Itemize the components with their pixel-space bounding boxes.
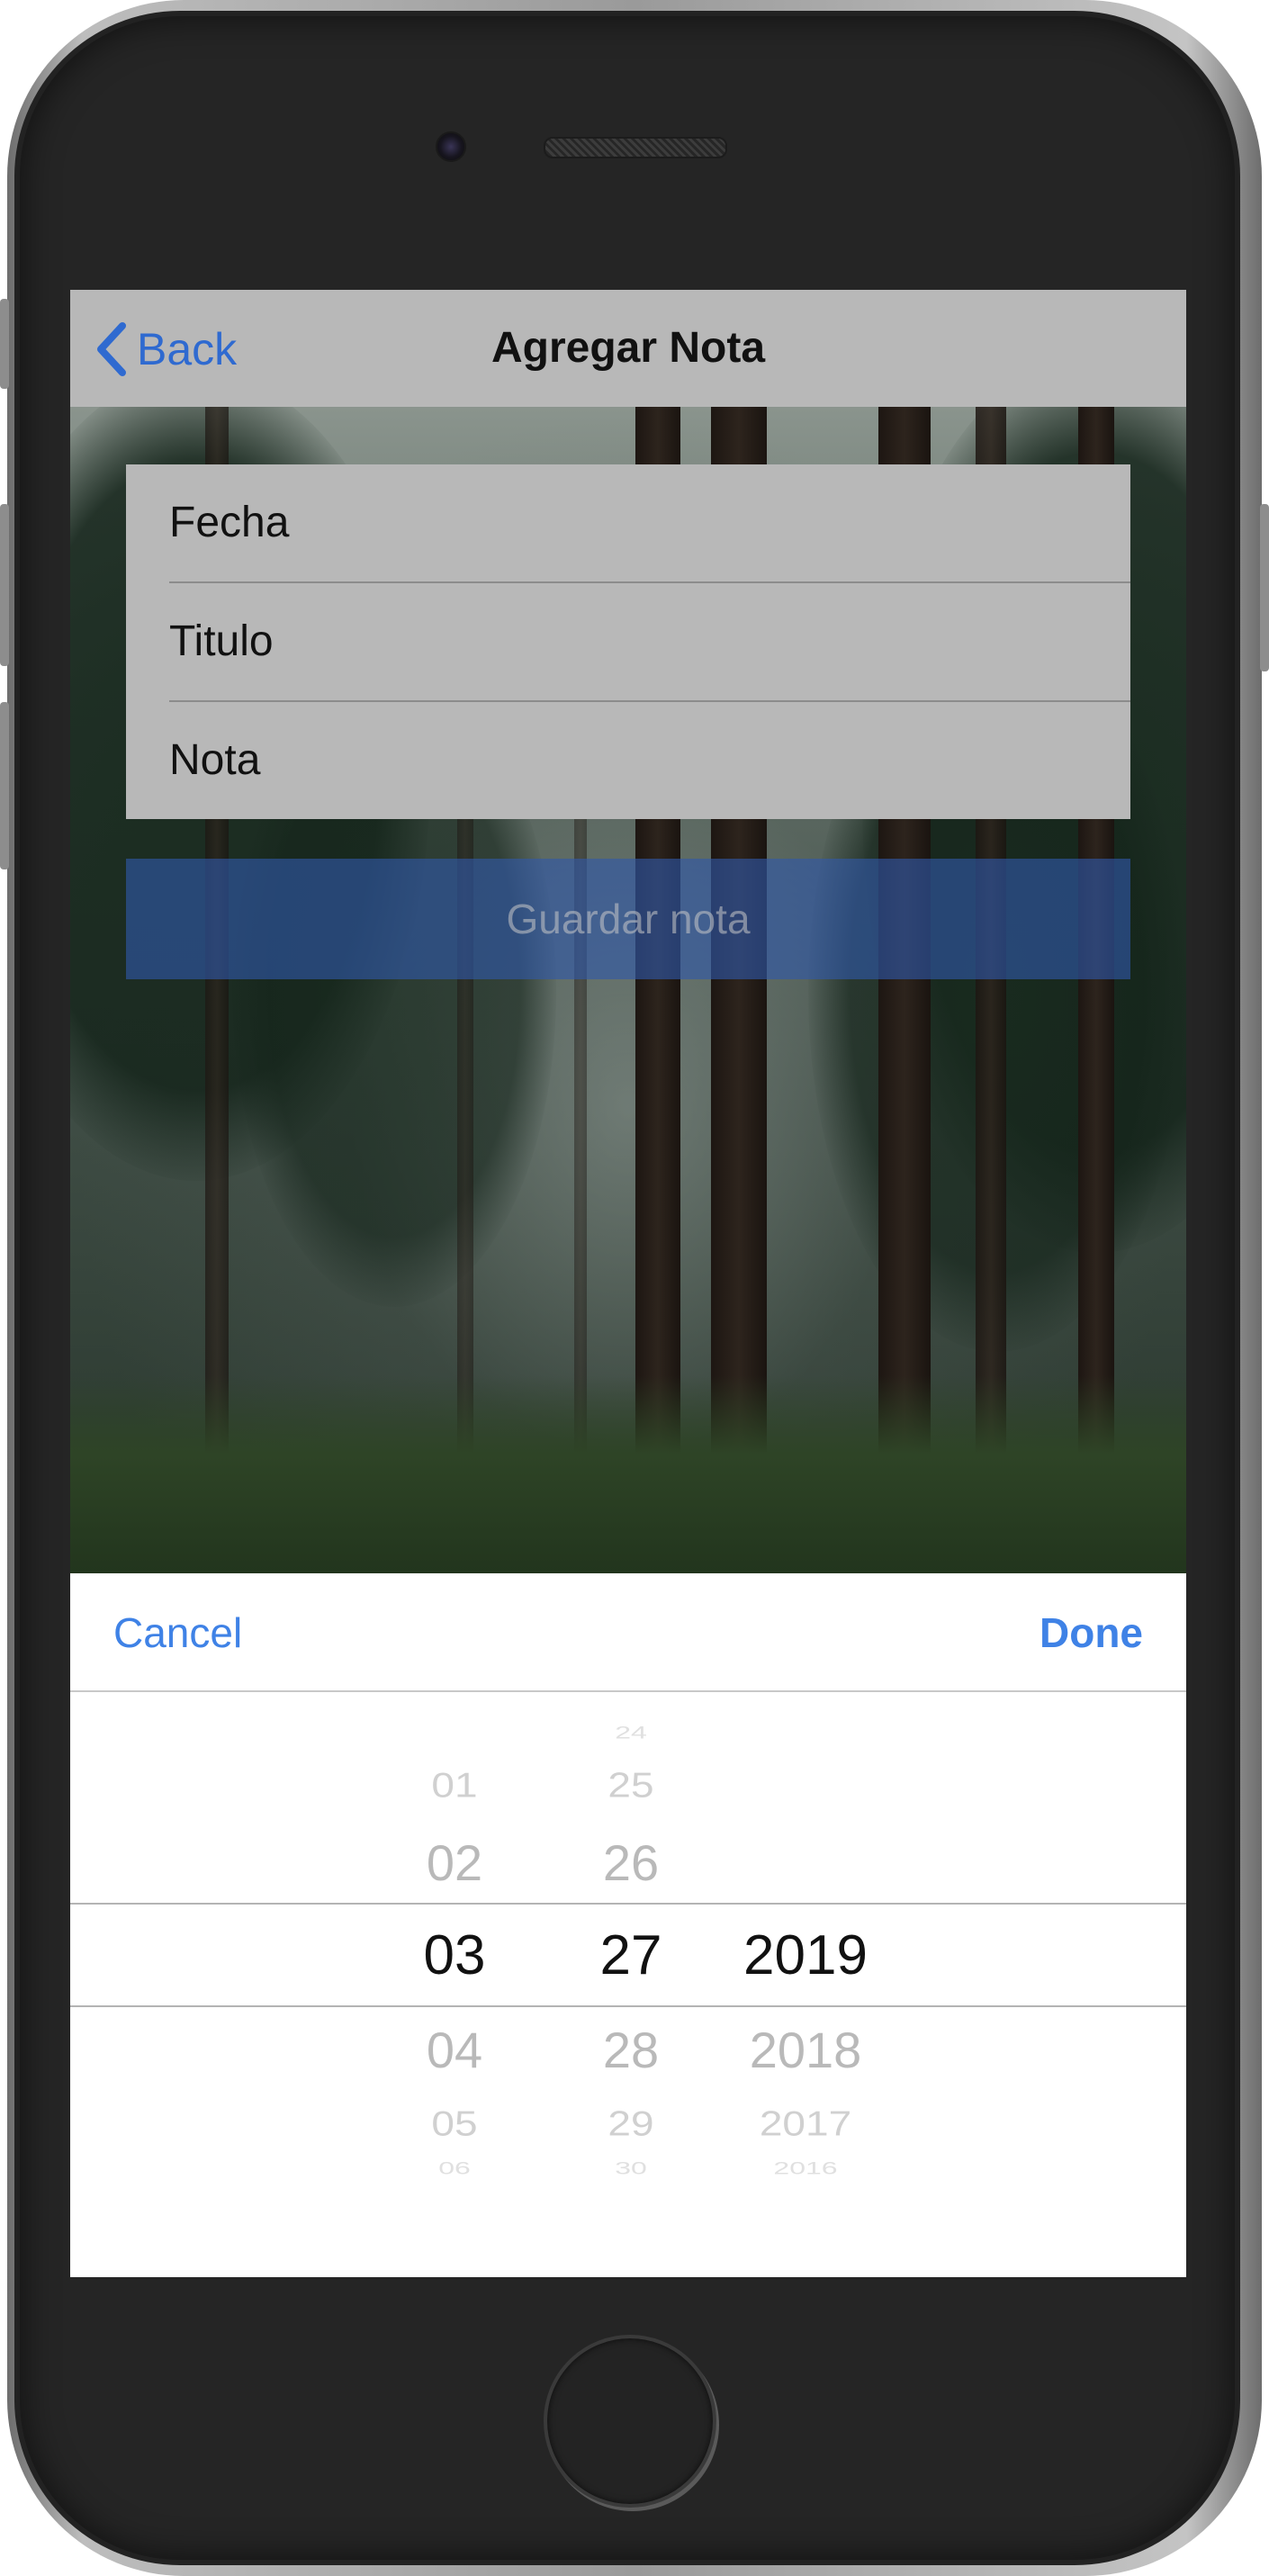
cancel-button[interactable]: Cancel (113, 1573, 242, 1692)
picker-toolbar: Cancel Done (70, 1573, 1186, 1692)
picker-wheels: 01 02 03 04 05 06 24 25 26 27 28 29 30 2… (70, 1692, 1186, 2277)
volume-up-button (0, 504, 9, 666)
chevron-left-icon (97, 322, 126, 376)
year-option (720, 1766, 891, 1805)
year-option: 2016 (773, 2158, 838, 2178)
back-button-label: Back (137, 324, 238, 374)
date-field[interactable]: Fecha (169, 464, 1130, 581)
navigation-bar: Agregar Nota Back (70, 290, 1186, 407)
day-option: 28 (602, 2022, 660, 2078)
earpiece-speaker (544, 137, 727, 158)
year-option: 2017 (759, 2103, 852, 2144)
year-selected: 2019 (743, 1924, 868, 1986)
year-wheel[interactable]: 2019 2018 2017 2016 (720, 1692, 891, 2277)
month-option: 04 (426, 2022, 483, 2078)
home-button[interactable] (544, 2335, 716, 2508)
month-option (369, 1724, 540, 1742)
back-button[interactable]: Back (92, 319, 237, 380)
month-option: 05 (431, 2103, 478, 2144)
save-note-button[interactable]: Guardar nota (126, 859, 1130, 979)
day-option: 30 (615, 2158, 647, 2178)
date-picker: Cancel Done 01 02 03 04 05 06 24 25 26 2… (70, 1573, 1186, 2277)
page-title: Agregar Nota (490, 324, 766, 372)
month-wheel[interactable]: 01 02 03 04 05 06 (369, 1692, 540, 2277)
power-button (1260, 504, 1269, 671)
day-option: 24 (615, 1723, 647, 1743)
note-form: Fecha Titulo Nota (126, 464, 1130, 819)
day-selected: 27 (599, 1924, 662, 1986)
day-wheel[interactable]: 24 25 26 27 28 29 30 (545, 1692, 716, 2277)
day-option: 26 (602, 1834, 660, 1891)
day-option: 25 (608, 1764, 654, 1806)
device-screen: Agregar Nota Back Fecha Titulo Nota Guar… (70, 290, 1186, 2277)
volume-down-button (0, 702, 9, 869)
note-field[interactable]: Nota (169, 702, 1130, 819)
done-button[interactable]: Done (1040, 1573, 1143, 1692)
year-option (720, 1836, 891, 1890)
title-field[interactable]: Titulo (169, 583, 1130, 700)
month-option: 01 (431, 1764, 478, 1806)
front-camera (436, 131, 466, 162)
month-selected: 03 (423, 1924, 486, 1986)
mute-switch (0, 299, 9, 389)
year-option: 2018 (749, 2022, 862, 2078)
month-option: 06 (438, 2158, 471, 2178)
year-option (720, 1724, 891, 1742)
month-option: 02 (426, 1834, 483, 1891)
day-option: 29 (608, 2103, 654, 2144)
